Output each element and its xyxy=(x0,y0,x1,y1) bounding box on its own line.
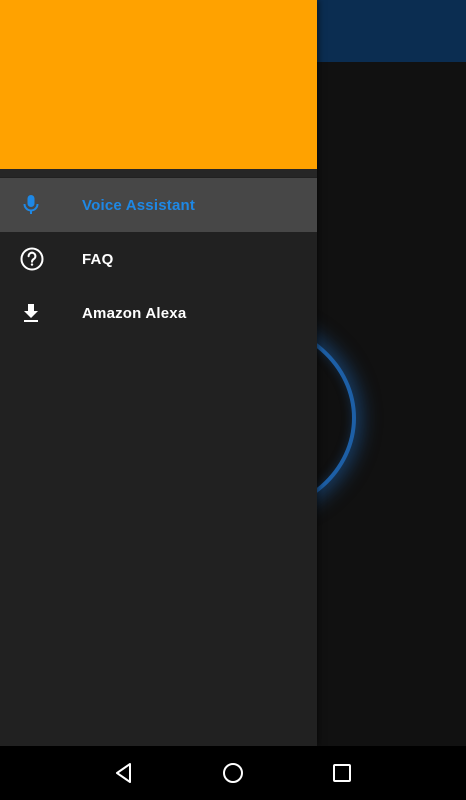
drawer-item-label: FAQ xyxy=(82,250,114,268)
navigation-drawer: Voice Assistant FAQ Amazon Alexa xyxy=(0,0,317,746)
back-icon[interactable] xyxy=(104,753,144,793)
drawer-item-amazon-alexa[interactable]: Amazon Alexa xyxy=(0,286,317,340)
drawer-divider xyxy=(0,169,317,177)
recents-icon[interactable] xyxy=(322,753,362,793)
drawer-item-voice-assistant[interactable]: Voice Assistant xyxy=(0,178,317,232)
drawer-item-faq[interactable]: FAQ xyxy=(0,232,317,286)
drawer-header xyxy=(0,0,317,169)
drawer-item-label: Voice Assistant xyxy=(82,196,196,214)
microphone-icon xyxy=(0,178,82,232)
help-circle-icon xyxy=(0,232,82,286)
download-icon xyxy=(0,286,82,340)
drawer-menu: Voice Assistant FAQ Amazon Alexa xyxy=(0,178,317,340)
drawer-item-label: Amazon Alexa xyxy=(82,304,187,322)
home-icon[interactable] xyxy=(213,753,253,793)
screen: Voice Assistant FAQ Amazon Alexa xyxy=(0,0,466,800)
system-nav-bar xyxy=(0,746,466,800)
